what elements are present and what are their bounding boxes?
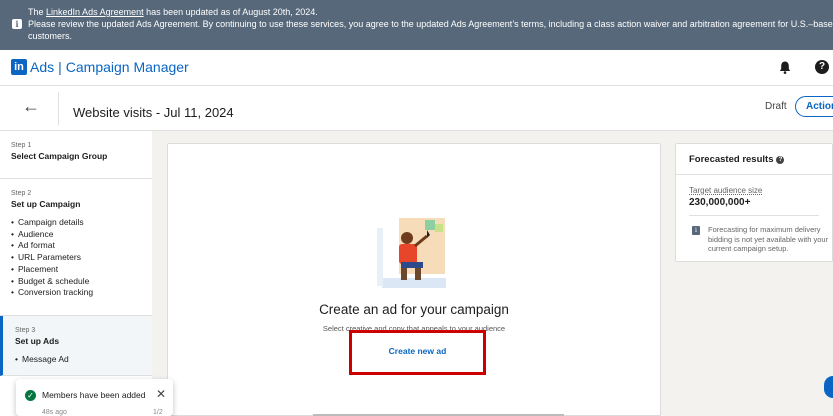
toast-count: 1/2 (153, 409, 163, 416)
help-icon[interactable]: ? (815, 60, 829, 74)
step-number: Step 3 (15, 327, 36, 334)
step-items: Campaign details Audience Ad format URL … (11, 217, 141, 299)
ads-agreement-link[interactable]: LinkedIn Ads Agreement (46, 7, 144, 17)
divider (689, 215, 819, 216)
campaign-title-bar: ← Website visits - Jul 11, 2024 Draft Ac… (0, 86, 833, 131)
linkedin-logo-icon: in (11, 59, 27, 75)
list-item[interactable]: Message Ad (15, 354, 141, 366)
close-icon[interactable]: ✕ (156, 387, 166, 401)
agreement-banner: i The LinkedIn Ads Agreement has been up… (0, 0, 833, 50)
list-item[interactable]: Budget & schedule (11, 276, 141, 288)
brand-separator: | (58, 59, 62, 75)
notifications-bell-icon[interactable] (779, 61, 791, 74)
divider (58, 92, 59, 125)
info-icon: i (12, 19, 22, 29)
help-icon[interactable]: ? (776, 156, 785, 164)
create-new-ad-label: Create new ad (388, 346, 447, 356)
forecast-title: Forecasted results? (689, 154, 785, 165)
step-title: Select Campaign Group (11, 151, 108, 161)
audience-size-value: 230,000,000+ (689, 197, 751, 208)
steps-sidebar: Step 1 Select Campaign Group Step 2 Set … (0, 131, 152, 416)
actions-button[interactable]: Actions (795, 96, 833, 117)
help-chat-button[interactable] (824, 376, 833, 398)
create-ad-card: Create an ad for your campaign Select cr… (167, 143, 661, 416)
step-1[interactable]: Step 1 Select Campaign Group (0, 131, 152, 179)
success-check-icon: ✓ (25, 390, 36, 401)
create-ad-illustration (377, 218, 446, 288)
create-ad-heading: Create an ad for your campaign (319, 302, 509, 317)
back-arrow-icon[interactable]: ← (22, 96, 40, 117)
audience-size-label[interactable]: Target audience size (689, 186, 762, 195)
success-toast: ✓ Members have been added ✕ 48s ago 1/2 (16, 379, 173, 416)
step-number: Step 2 (11, 190, 32, 197)
banner-line-2: Please review the updated Ads Agreement.… (28, 19, 833, 29)
list-item[interactable]: Placement (11, 264, 141, 276)
product-name: Ads (30, 59, 55, 75)
banner-line-1: The LinkedIn Ads Agreement has been upda… (28, 7, 318, 17)
forecasted-results-panel: Forecasted results? Target audience size… (675, 143, 833, 262)
forecast-note: Forecasting for maximum delivery bidding… (708, 225, 829, 253)
divider (676, 174, 832, 175)
app-name: Campaign Manager (65, 59, 189, 75)
list-item[interactable]: URL Parameters (11, 252, 141, 264)
info-icon: i (692, 226, 700, 235)
brand-logo[interactable]: in Ads | Campaign Manager (11, 59, 189, 75)
banner-line-3: customers. (28, 31, 73, 41)
campaign-title[interactable]: Website visits - Jul 11, 2024 (73, 105, 234, 120)
list-item[interactable]: Ad format (11, 240, 141, 252)
toast-timestamp: 48s ago (42, 409, 67, 416)
status-label: Draft (765, 101, 787, 112)
step-title: Set up Ads (15, 336, 60, 346)
step-title: Set up Campaign (11, 199, 81, 209)
list-item[interactable]: Audience (11, 229, 141, 241)
app-header: in Ads | Campaign Manager ? (0, 50, 833, 86)
step-3[interactable]: Step 3 Set up Ads Message Ad (0, 316, 152, 376)
create-new-ad-button[interactable]: Create new ad (349, 330, 486, 375)
step-items: Message Ad (15, 354, 141, 366)
step-number: Step 1 (11, 142, 32, 149)
list-item[interactable]: Campaign details (11, 217, 141, 229)
step-2[interactable]: Step 2 Set up Campaign Campaign details … (0, 179, 152, 316)
list-item[interactable]: Conversion tracking (11, 287, 141, 299)
toast-message: Members have been added (42, 390, 146, 400)
